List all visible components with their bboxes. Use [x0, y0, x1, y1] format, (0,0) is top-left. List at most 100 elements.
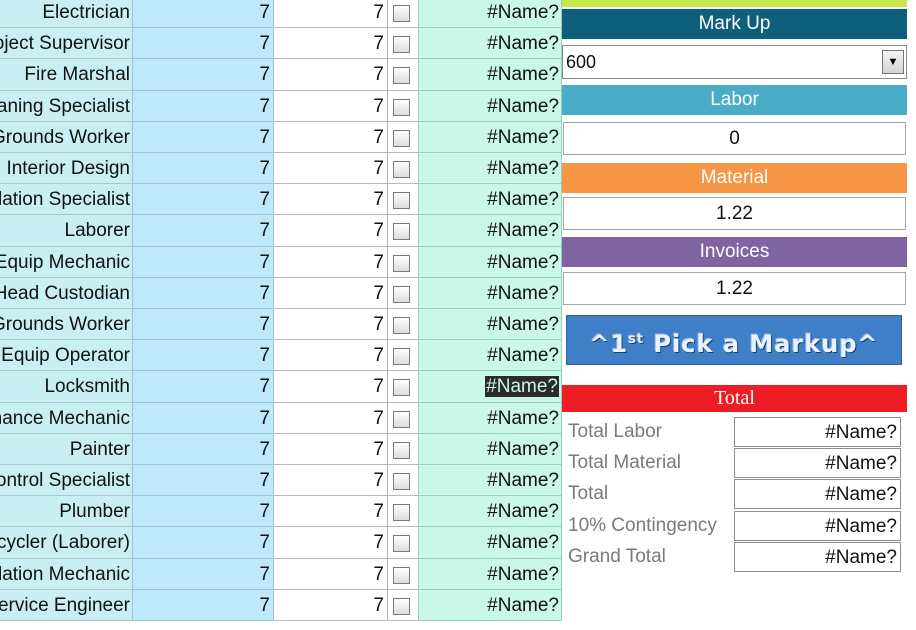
result-cell[interactable]: #Name? [418, 0, 562, 29]
hours-cell[interactable]: 7 [132, 558, 274, 590]
rate-cell[interactable]: 7 [274, 309, 388, 341]
result-cell[interactable]: #Name? [418, 153, 562, 185]
hours-cell[interactable]: 7 [132, 527, 274, 559]
rate-cell[interactable]: 7 [274, 184, 388, 216]
hours-cell[interactable]: 7 [132, 121, 274, 153]
result-cell[interactable]: #Name? [418, 277, 562, 309]
rate-cell[interactable]: 7 [274, 433, 388, 465]
hours-cell[interactable]: 7 [132, 309, 274, 341]
total-row-value[interactable]: #Name? [734, 479, 901, 510]
trade-cell[interactable]: Plumber [0, 496, 132, 528]
hours-cell[interactable]: 7 [132, 433, 274, 465]
row-checkbox[interactable] [393, 535, 410, 553]
trade-cell[interactable]: Cleaning Specialist [0, 90, 132, 122]
row-checkbox[interactable] [393, 254, 410, 272]
row-checkbox[interactable] [393, 410, 410, 428]
trade-cell[interactable]: Ventilation Mechanic [0, 558, 132, 590]
hours-cell[interactable]: 7 [132, 340, 274, 372]
rate-cell[interactable]: 7 [274, 246, 388, 278]
row-checkbox[interactable] [393, 566, 410, 584]
row-checkbox[interactable] [393, 67, 410, 85]
total-row-value[interactable]: #Name? [734, 417, 901, 447]
result-cell[interactable]: #Name? [418, 371, 562, 403]
trade-cell[interactable]: Equip Operator [0, 340, 132, 372]
rate-cell[interactable]: 7 [274, 496, 388, 528]
row-checkbox[interactable] [393, 348, 410, 366]
result-cell[interactable]: #Name? [418, 340, 562, 372]
trade-cell[interactable]: Recycler (Laborer) [0, 527, 132, 559]
result-cell[interactable]: #Name? [418, 90, 562, 122]
row-checkbox[interactable] [393, 5, 410, 22]
row-checkbox[interactable] [393, 98, 410, 116]
hours-cell[interactable]: 7 [132, 28, 274, 60]
rate-cell[interactable]: 7 [274, 371, 388, 403]
rate-cell[interactable]: 7 [274, 121, 388, 153]
rate-cell[interactable]: 7 [274, 340, 388, 372]
result-cell[interactable]: #Name? [418, 121, 562, 153]
result-cell[interactable]: #Name? [418, 184, 562, 216]
trade-cell[interactable]: Project Supervisor [0, 28, 132, 60]
result-cell[interactable]: #Name? [418, 246, 562, 278]
result-cell[interactable]: #Name? [418, 402, 562, 434]
row-checkbox[interactable] [393, 379, 410, 397]
trade-cell[interactable]: Equip Mechanic [0, 246, 132, 278]
hours-cell[interactable]: 7 [132, 277, 274, 309]
rate-cell[interactable]: 7 [274, 215, 388, 247]
result-cell[interactable]: #Name? [418, 28, 562, 60]
dropdown-arrow-icon[interactable]: ▼ [882, 50, 904, 74]
trade-cell[interactable]: Interior Design [0, 153, 132, 185]
row-checkbox[interactable] [393, 504, 410, 522]
rate-cell[interactable]: 7 [274, 59, 388, 91]
rate-cell[interactable]: 7 [274, 90, 388, 122]
rate-cell[interactable]: 7 [274, 558, 388, 590]
row-checkbox[interactable] [393, 36, 410, 54]
row-checkbox[interactable] [393, 597, 410, 615]
rate-cell[interactable]: 7 [274, 153, 388, 185]
result-cell[interactable]: #Name? [418, 558, 562, 590]
markup-dropdown[interactable]: 600 ▼ [562, 45, 907, 79]
total-row-value[interactable]: #Name? [734, 541, 901, 572]
result-cell[interactable]: #Name? [418, 527, 562, 559]
trade-cell[interactable]: Fire Marshal [0, 59, 132, 91]
hours-cell[interactable]: 7 [132, 184, 274, 216]
rate-cell[interactable]: 7 [274, 402, 388, 434]
row-checkbox[interactable] [393, 473, 410, 490]
trade-cell[interactable]: Painter [0, 433, 132, 465]
trade-cell[interactable]: Grounds Worker [0, 121, 132, 153]
trade-cell[interactable]: Installation Specialist [0, 184, 132, 216]
pick-markup-button[interactable]: ^1st Pick a Markup^ [566, 315, 902, 365]
hours-cell[interactable]: 7 [132, 90, 274, 122]
result-cell[interactable]: #Name? [418, 433, 562, 465]
hours-cell[interactable]: 7 [132, 402, 274, 434]
row-checkbox[interactable] [393, 223, 410, 241]
hours-cell[interactable]: 7 [132, 246, 274, 278]
hours-cell[interactable]: 7 [132, 371, 274, 403]
trade-cell[interactable]: Grounds Worker [0, 309, 132, 341]
hours-cell[interactable]: 7 [132, 153, 274, 185]
row-checkbox[interactable] [393, 317, 410, 334]
row-checkbox[interactable] [393, 161, 410, 178]
trade-cell[interactable]: Head Custodian [0, 277, 132, 309]
row-checkbox[interactable] [393, 441, 410, 459]
rate-cell[interactable]: 7 [274, 527, 388, 559]
result-cell[interactable]: #Name? [418, 465, 562, 497]
row-checkbox[interactable] [393, 192, 410, 210]
rate-cell[interactable]: 7 [274, 465, 388, 497]
trade-cell[interactable]: Service Engineer [0, 589, 132, 621]
total-row-value[interactable]: #Name? [734, 448, 901, 479]
hours-cell[interactable]: 7 [132, 215, 274, 247]
hours-cell[interactable]: 7 [132, 0, 274, 29]
rate-cell[interactable]: 7 [274, 0, 388, 29]
hours-cell[interactable]: 7 [132, 589, 274, 621]
trade-cell[interactable]: Laborer [0, 215, 132, 247]
row-checkbox[interactable] [393, 129, 410, 147]
result-cell[interactable]: #Name? [418, 215, 562, 247]
result-cell[interactable]: #Name? [418, 309, 562, 341]
result-cell[interactable]: #Name? [418, 589, 562, 621]
rate-cell[interactable]: 7 [274, 277, 388, 309]
result-cell[interactable]: #Name? [418, 59, 562, 91]
trade-cell[interactable]: Electrician [0, 0, 132, 29]
hours-cell[interactable]: 7 [132, 59, 274, 91]
result-cell[interactable]: #Name? [418, 496, 562, 528]
hours-cell[interactable]: 7 [132, 496, 274, 528]
